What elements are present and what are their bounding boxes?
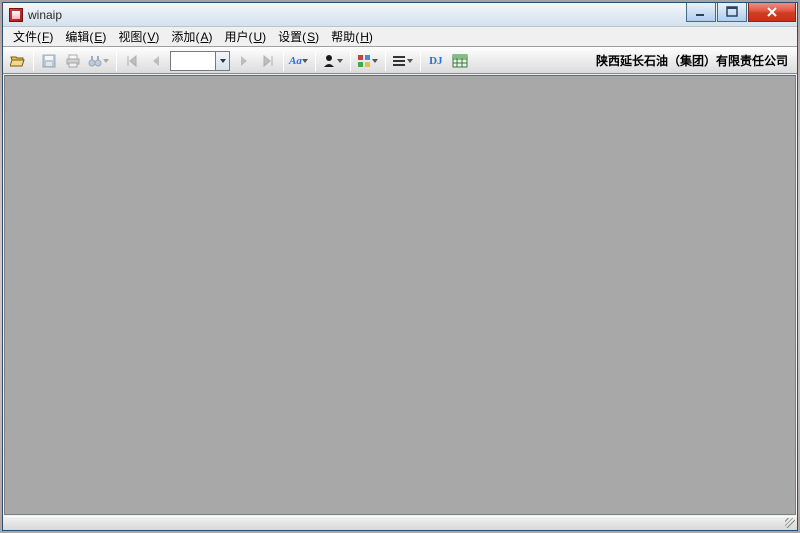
first-page-button[interactable] [121, 50, 143, 72]
dj-button[interactable]: DJ [425, 50, 447, 72]
menu-file[interactable]: 文件(F) [7, 27, 59, 46]
chevron-right-icon [236, 53, 252, 69]
page-zoom-combo[interactable] [170, 51, 230, 71]
list-icon [391, 53, 407, 69]
toolbar-separator [283, 51, 284, 71]
toolbar-separator [116, 51, 117, 71]
menu-key: H [360, 30, 369, 44]
list-view-button[interactable] [390, 50, 416, 72]
status-bar [3, 516, 797, 530]
font-button[interactable]: Aa [288, 50, 311, 72]
last-page-icon [260, 53, 276, 69]
chevron-left-icon [148, 53, 164, 69]
next-page-button[interactable] [233, 50, 255, 72]
save-button[interactable] [38, 50, 60, 72]
print-button[interactable] [62, 50, 84, 72]
user-button[interactable] [320, 50, 346, 72]
minimize-button[interactable] [686, 3, 716, 22]
menu-key: A [200, 30, 208, 44]
menu-add[interactable]: 添加(A) [165, 27, 218, 46]
table-icon [452, 53, 468, 69]
page-zoom-input[interactable] [171, 52, 215, 70]
menu-label: 添加 [171, 30, 195, 44]
app-icon [9, 8, 23, 22]
menu-view[interactable]: 视图(V) [112, 27, 165, 46]
close-button[interactable] [748, 3, 796, 22]
toolbar-separator [33, 51, 34, 71]
toolbar-separator [315, 51, 316, 71]
menu-user[interactable]: 用户(U) [218, 27, 272, 46]
menu-key: V [147, 30, 155, 44]
maximize-button[interactable] [717, 3, 747, 22]
grid-icon [356, 53, 372, 69]
app-window: winaip 文件(F) 编辑(E) 视图(V) 添加(A) 用户(U) 设置(… [2, 2, 798, 531]
find-button[interactable] [86, 50, 112, 72]
open-button[interactable] [7, 50, 29, 72]
company-label: 陕西延长石油（集团）有限责任公司 [596, 52, 794, 69]
toolbar-separator [350, 51, 351, 71]
menu-key: E [94, 30, 102, 44]
folder-open-icon [10, 53, 26, 69]
window-title: winaip [28, 8, 686, 22]
binoculars-icon [87, 53, 103, 69]
menu-key: U [253, 30, 262, 44]
prev-page-button[interactable] [145, 50, 167, 72]
toolbar-separator [420, 51, 421, 71]
printer-icon [65, 53, 81, 69]
toolbar-separator [385, 51, 386, 71]
font-icon: Aa [289, 55, 302, 67]
menu-label: 编辑 [65, 30, 89, 44]
grid-view-button[interactable] [355, 50, 381, 72]
menu-label: 帮助 [331, 30, 355, 44]
menu-bar: 文件(F) 编辑(E) 视图(V) 添加(A) 用户(U) 设置(S) 帮助(H… [3, 27, 797, 47]
window-buttons [686, 3, 797, 26]
menu-label: 文件 [13, 30, 37, 44]
menu-label: 设置 [278, 30, 302, 44]
save-icon [41, 53, 57, 69]
table-button[interactable] [449, 50, 471, 72]
title-bar[interactable]: winaip [3, 3, 797, 27]
menu-label: 视图 [118, 30, 142, 44]
menu-key: S [307, 30, 315, 44]
first-page-icon [124, 53, 140, 69]
client-area [4, 75, 796, 515]
toolbar: Aa [3, 47, 797, 74]
menu-help[interactable]: 帮助(H) [325, 27, 379, 46]
combo-dropdown-button[interactable] [215, 52, 229, 70]
menu-label: 用户 [224, 30, 248, 44]
menu-key: F [42, 30, 49, 44]
last-page-button[interactable] [257, 50, 279, 72]
person-icon [321, 53, 337, 69]
menu-edit[interactable]: 编辑(E) [59, 27, 112, 46]
dj-icon: DJ [429, 55, 442, 67]
menu-settings[interactable]: 设置(S) [272, 27, 325, 46]
